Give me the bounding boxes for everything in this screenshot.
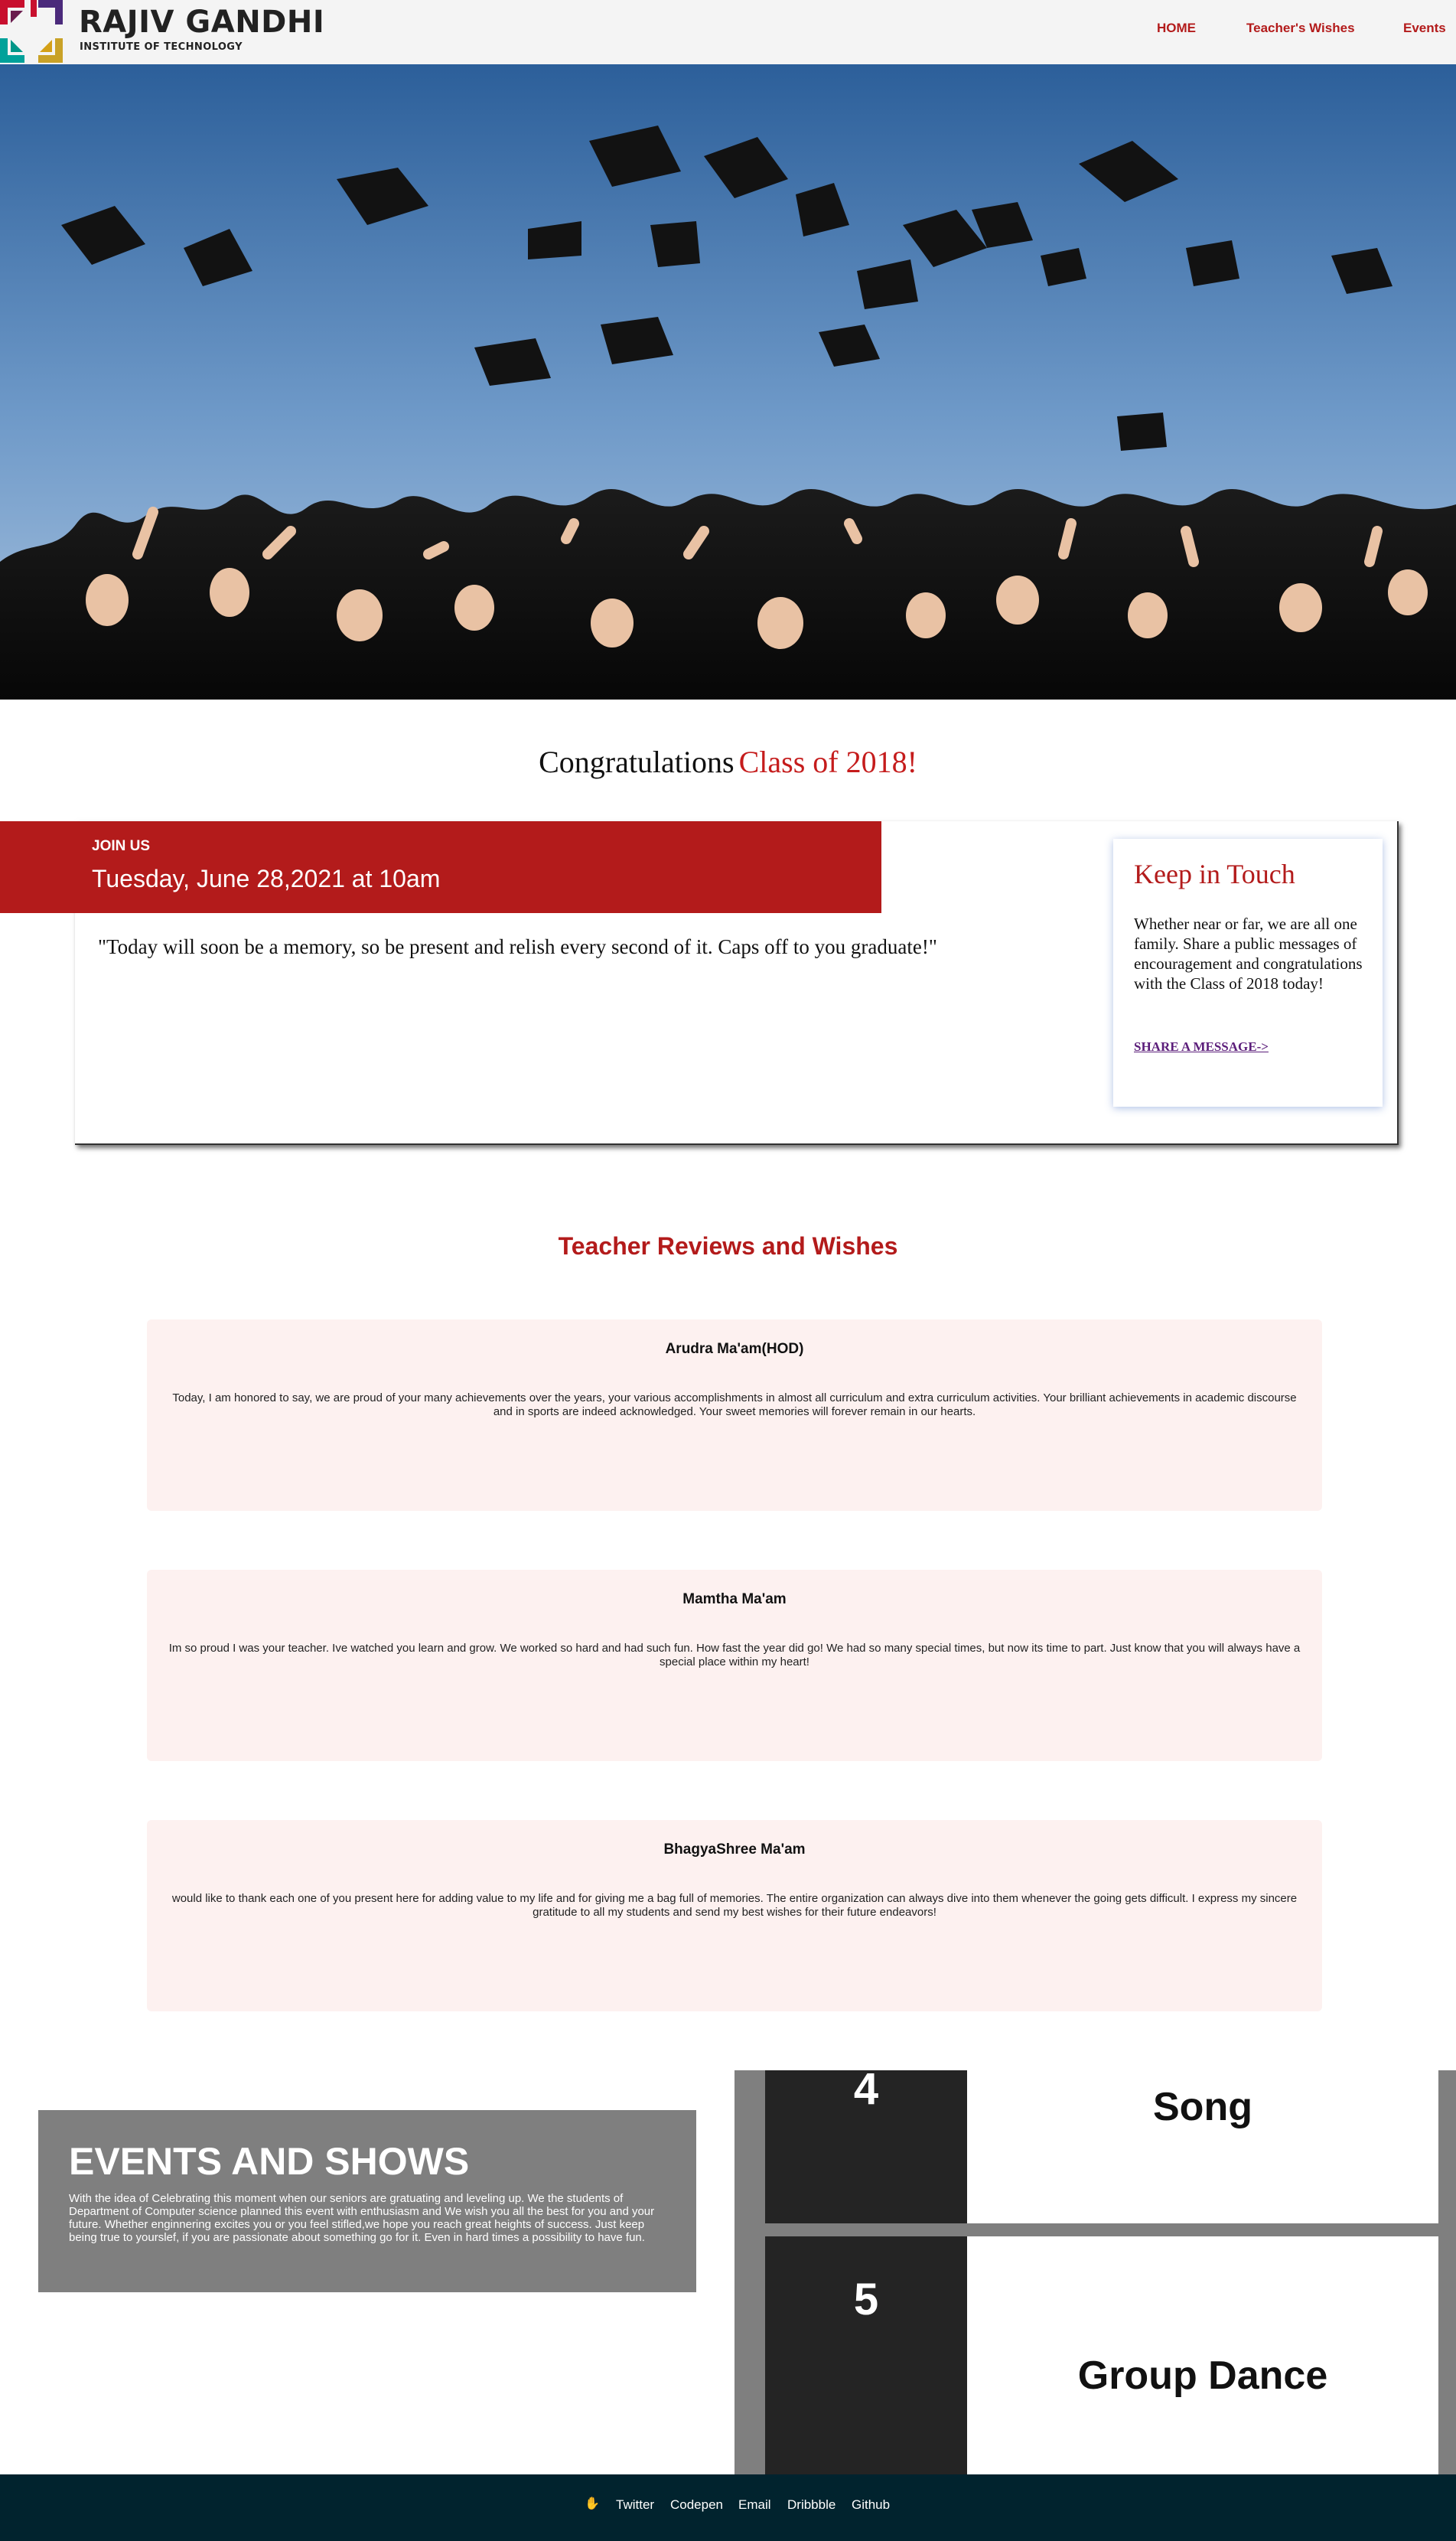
review-card: Arudra Ma'am(HOD) Today, I am honored to… xyxy=(147,1319,1322,1511)
review-text: would like to thank each one of you pres… xyxy=(171,1892,1298,1919)
event-name: Song xyxy=(1153,2085,1252,2129)
share-message-link[interactable]: SHARE A MESSAGE-> xyxy=(1134,1039,1269,1055)
event-item: 4 Song xyxy=(765,2067,1438,2223)
review-teacher-name: BhagyaShree Ma'am xyxy=(663,1841,806,1858)
event-name: Group Dance xyxy=(1077,2353,1328,2398)
keep-in-touch-text: Whether near or far, we are all one fami… xyxy=(1134,915,1363,993)
waving-hand-icon: ✋ xyxy=(585,2497,600,2510)
event-number: 5 xyxy=(765,2236,967,2474)
reviews-title: Teacher Reviews and Wishes xyxy=(558,1232,898,1260)
footer-link-email[interactable]: Email xyxy=(738,2497,771,2513)
events-list: 4 Song 5 Group Dance xyxy=(735,2067,1456,2474)
nav-events[interactable]: Events xyxy=(1403,21,1446,36)
footer-link-codepen[interactable]: Codepen xyxy=(670,2497,723,2513)
footer-link-dribbble[interactable]: Dribbble xyxy=(787,2497,835,2513)
events-intro-box: EVENTS AND SHOWS With the idea of Celebr… xyxy=(38,2110,696,2292)
logo-subtitle: INSTITUTE OF TECHNOLOGY xyxy=(80,41,243,53)
graduation-quote: "Today will soon be a memory, so be pres… xyxy=(98,935,937,958)
site-footer: ✋ Twitter Codepen Email Dribbble Github xyxy=(0,2474,1456,2541)
footer-link-github[interactable]: Github xyxy=(852,2497,890,2513)
nav-teachers-wishes[interactable]: Teacher's Wishes xyxy=(1246,21,1355,36)
review-text: Today, I am honored to say, we are proud… xyxy=(172,1391,1297,1418)
events-title: EVENTS AND SHOWS xyxy=(69,2140,470,2183)
hero-image xyxy=(0,64,1456,700)
logo-title: RAJIV GANDHI xyxy=(79,5,325,40)
review-card: BhagyaShree Ma'am would like to thank ea… xyxy=(147,1820,1322,2011)
keep-in-touch-card: Keep in Touch Whether near or far, we ar… xyxy=(1113,839,1383,1107)
keep-in-touch-title: Keep in Touch xyxy=(1134,859,1295,889)
review-text: Im so proud I was your teacher. Ive watc… xyxy=(168,1642,1301,1668)
logo-icon xyxy=(0,0,63,63)
event-number: 4 xyxy=(765,2067,967,2223)
review-card: Mamtha Ma'am Im so proud I was your teac… xyxy=(147,1570,1322,1761)
footer-link-twitter[interactable]: Twitter xyxy=(616,2497,654,2513)
join-label: JOIN US xyxy=(92,838,151,854)
event-item: 5 Group Dance xyxy=(765,2236,1438,2474)
events-description: With the idea of Celebrating this moment… xyxy=(69,2192,655,2244)
nav-home[interactable]: HOME xyxy=(1157,21,1196,36)
congrats-class: Class of 2018! xyxy=(738,745,917,779)
review-teacher-name: Mamtha Ma'am xyxy=(682,1591,787,1607)
review-teacher-name: Arudra Ma'am(HOD) xyxy=(665,1341,804,1357)
congrats-lead: Congratulations xyxy=(539,745,735,779)
congrats-heading: Congratulations Class of 2018! xyxy=(0,744,1456,780)
site-header: RAJIV GANDHI INSTITUTE OF TECHNOLOGY HOM… xyxy=(0,0,1456,64)
join-date: Tuesday, June 28,2021 at 10am xyxy=(92,865,441,892)
